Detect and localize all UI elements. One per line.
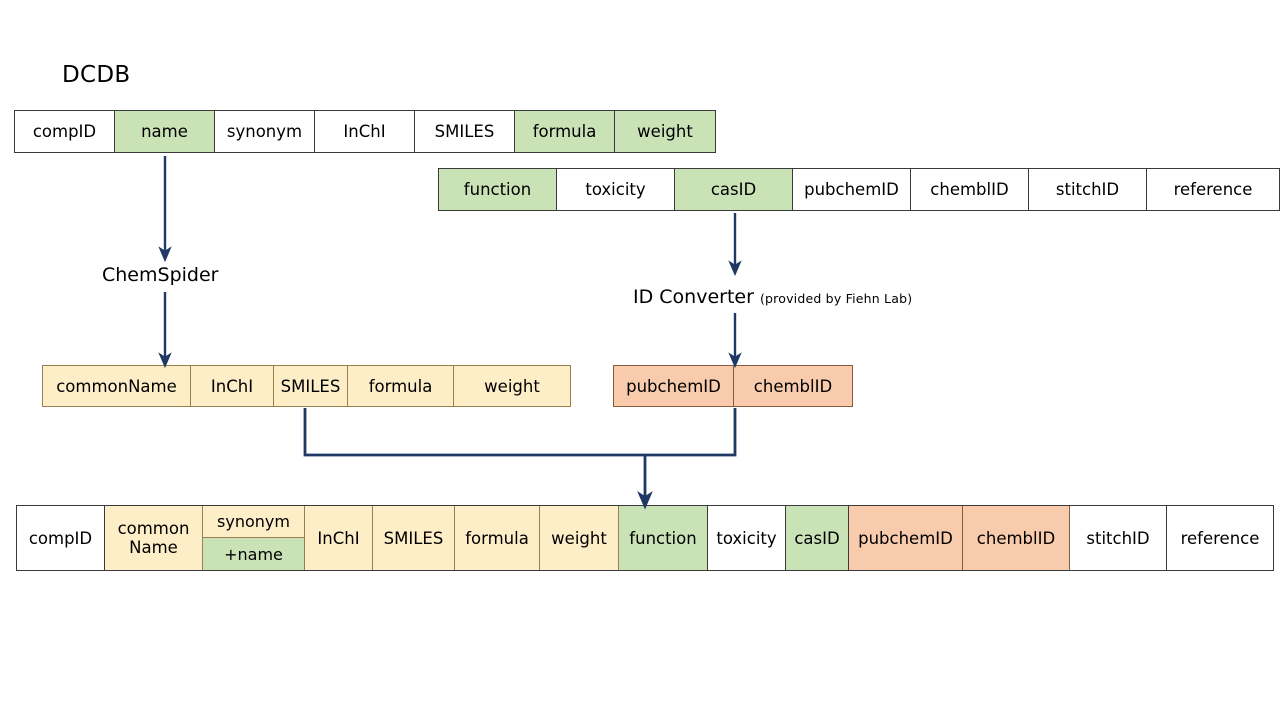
table-chemspider-output: commonName InChI SMILES formula weight [42, 365, 571, 407]
merged-chemblID[interactable]: chemblID [963, 506, 1070, 570]
table-merged: compID common Name synonym +name InChI S… [16, 505, 1274, 571]
merged-casID[interactable]: casID [786, 506, 849, 570]
field-name[interactable]: name [115, 111, 215, 152]
process-label-idconverter: ID Converter (provided by Fiehn Lab) [633, 286, 912, 308]
out-SMILES[interactable]: SMILES [274, 366, 348, 406]
merged-synonym-name[interactable]: synonym +name [203, 506, 305, 570]
merged-plusname-label: +name [203, 538, 304, 570]
out-commonName[interactable]: commonName [43, 366, 191, 406]
out-chemblID[interactable]: chemblID [734, 366, 852, 406]
field-chemblID[interactable]: chemblID [911, 169, 1029, 210]
arrow-merge-to-final [303, 408, 737, 510]
out-pubchemID[interactable]: pubchemID [614, 366, 734, 406]
table-dcdb-row2: function toxicity casID pubchemID chembl… [438, 168, 1280, 211]
out-weight[interactable]: weight [454, 366, 570, 406]
merged-synonym-label: synonym [203, 506, 304, 538]
merged-formula[interactable]: formula [455, 506, 540, 570]
process-label-chemspider: ChemSpider [102, 264, 218, 286]
field-casID[interactable]: casID [675, 169, 793, 210]
field-compID[interactable]: compID [15, 111, 115, 152]
merged-commonName-line2: Name [129, 538, 178, 557]
field-formula[interactable]: formula [515, 111, 615, 152]
merged-toxicity[interactable]: toxicity [708, 506, 786, 570]
field-toxicity[interactable]: toxicity [557, 169, 675, 210]
field-weight[interactable]: weight [615, 111, 715, 152]
field-stitchID[interactable]: stitchID [1029, 169, 1147, 210]
merged-pubchemID[interactable]: pubchemID [849, 506, 963, 570]
merged-commonName[interactable]: common Name [105, 506, 203, 570]
connector-layer [158, 156, 742, 510]
out-InChI[interactable]: InChI [191, 366, 274, 406]
merged-compID[interactable]: compID [17, 506, 105, 570]
merged-InChI[interactable]: InChI [305, 506, 373, 570]
field-synonym[interactable]: synonym [215, 111, 315, 152]
merged-stitchID[interactable]: stitchID [1070, 506, 1167, 570]
merged-reference[interactable]: reference [1167, 506, 1273, 570]
idconverter-label-text: ID Converter [633, 286, 754, 308]
idconverter-sublabel-text: (provided by Fiehn Lab) [759, 291, 913, 306]
out-formula[interactable]: formula [348, 366, 454, 406]
table-dcdb-row1: compID name synonym InChI SMILES formula… [14, 110, 716, 153]
table-idconverter-output: pubchemID chemblID [613, 365, 853, 407]
field-reference[interactable]: reference [1147, 169, 1279, 210]
page-title: DCDB [62, 62, 131, 88]
merged-function[interactable]: function [619, 506, 708, 570]
merged-weight[interactable]: weight [540, 506, 619, 570]
field-SMILES[interactable]: SMILES [415, 111, 515, 152]
merged-SMILES[interactable]: SMILES [373, 506, 455, 570]
field-InChI[interactable]: InChI [315, 111, 415, 152]
field-function[interactable]: function [439, 169, 557, 210]
diagram-canvas: DCDB compID name synonym InChI SMILES fo… [0, 0, 1280, 720]
field-pubchemID[interactable]: pubchemID [793, 169, 911, 210]
merged-commonName-line1: common [117, 518, 190, 538]
chemspider-label-text: ChemSpider [102, 264, 219, 286]
